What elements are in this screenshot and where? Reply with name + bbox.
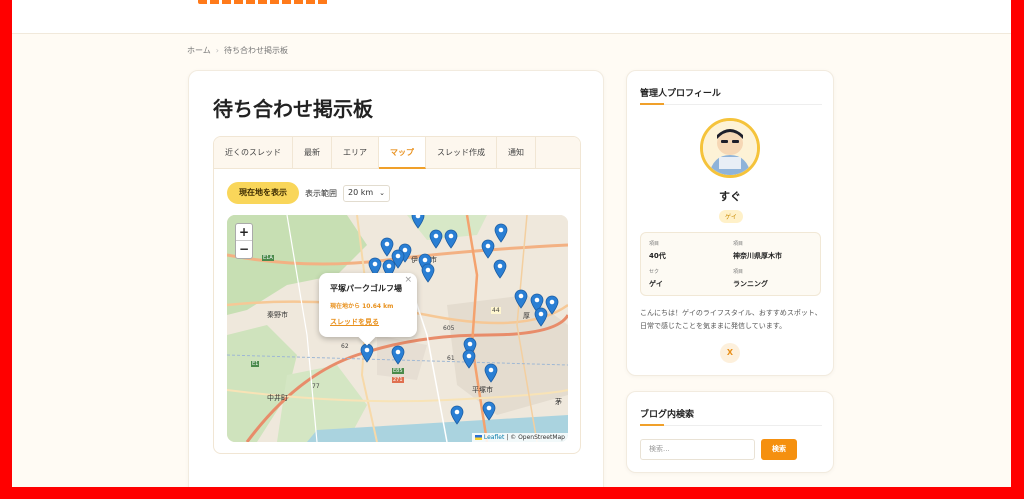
ukraine-flag-icon — [474, 435, 482, 440]
info-location: 項目 神奈川県厚木市 — [733, 240, 782, 261]
search-button[interactable]: 検索 — [761, 439, 797, 460]
info-location-value: 神奈川県厚木市 — [733, 252, 782, 260]
map-marker-icon[interactable] — [450, 405, 464, 425]
info-hobby-key: 項目 — [733, 269, 744, 275]
tab-map[interactable]: マップ — [379, 137, 426, 169]
range-label: 表示範囲 — [305, 188, 337, 198]
page-title: 待ち合わせ掲示板 — [213, 97, 373, 121]
site-header — [12, 0, 1011, 34]
breadcrumb-separator: › — [215, 46, 219, 55]
info-age-key: 項目 — [649, 241, 660, 247]
show-location-button[interactable]: 現在地を表示 — [227, 182, 299, 204]
range-select-value: 20 km — [348, 188, 374, 197]
status-badge: ゲイ — [719, 210, 743, 223]
map-marker-icon[interactable] — [411, 215, 425, 229]
map-marker-icon[interactable] — [493, 259, 507, 279]
breadcrumb-current: 待ち合わせ掲示板 — [223, 46, 288, 55]
popup-distance: 現在地から 10.64 km — [330, 303, 394, 310]
info-age: 項目 40代 — [649, 240, 666, 261]
profile-widget: 管理人プロフィール すぐ ゲイ 項目 40代 項目 神奈川県厚木市 セク ゲイ … — [626, 70, 834, 376]
map-marker-icon[interactable] — [534, 307, 548, 327]
zoom-in-button[interactable]: + — [236, 224, 252, 241]
map-controls: 現在地を表示 表示範囲 20 km ⌄ — [227, 182, 391, 204]
map-marker-icon[interactable] — [494, 223, 508, 243]
info-age-value: 40代 — [649, 252, 666, 260]
leaflet-link[interactable]: Leaflet — [484, 434, 504, 441]
map-label-nakai: 中井町 — [267, 394, 288, 402]
road-label-e1: E1 — [251, 361, 260, 367]
chevron-down-icon: ⌄ — [379, 189, 386, 197]
map-marker-icon[interactable] — [429, 229, 443, 249]
info-sexuality-key: セク — [649, 269, 660, 275]
map-label-chigasaki: 茅 — [555, 398, 562, 406]
popup-close-button[interactable]: × — [404, 275, 412, 285]
map-marker-icon[interactable] — [482, 401, 496, 421]
site-logo[interactable] — [198, 0, 328, 8]
profile-name: すぐ — [719, 190, 741, 203]
heading-divider — [640, 424, 822, 426]
road-label-61: 61 — [447, 355, 455, 362]
road-label-e85: E85 — [392, 368, 404, 374]
profile-bio: こんにちは！ゲイのライフスタイル、おすすめスポット、日常で感じたことを気ままに発… — [640, 309, 822, 330]
tab-notifications[interactable]: 通知 — [497, 137, 536, 169]
zoom-out-button[interactable]: − — [236, 241, 252, 258]
tab-nearby-threads[interactable]: 近くのスレッド — [214, 137, 293, 169]
osm-attribution: | © OpenStreetMap — [506, 434, 565, 441]
map-attribution: Leaflet | © OpenStreetMap — [471, 433, 568, 442]
road-label-e1a: E1A — [262, 255, 274, 261]
map-marker-icon[interactable] — [481, 239, 495, 259]
map-label-isehara: 伊 — [411, 256, 418, 264]
map-label-hadano: 秦野市 — [267, 311, 288, 319]
info-location-key: 項目 — [733, 241, 744, 247]
map-marker-icon[interactable] — [421, 263, 435, 283]
breadcrumb: ホーム › 待ち合わせ掲示板 — [187, 45, 288, 56]
info-hobby: 項目 ランニング — [733, 268, 768, 289]
road-label-271: 271 — [392, 377, 404, 383]
avatar — [700, 118, 760, 178]
profile-heading: 管理人プロフィール — [640, 89, 721, 99]
popup-title: 平塚パークゴルフ場 — [330, 284, 402, 293]
tab-latest[interactable]: 最新 — [293, 137, 332, 169]
road-label-77: 77 — [312, 383, 320, 390]
tab-create-thread[interactable]: スレッド作成 — [426, 137, 497, 169]
x-social-link[interactable]: X — [720, 343, 740, 363]
breadcrumb-home[interactable]: ホーム — [187, 46, 211, 55]
map-marker-icon[interactable] — [514, 289, 528, 309]
map-label-atsugi: 厚 — [523, 312, 530, 320]
info-sexuality-value: ゲイ — [649, 280, 663, 288]
road-label-605: 605 — [443, 325, 455, 332]
road-label-62: 62 — [341, 343, 349, 350]
info-sexuality: セク ゲイ — [649, 268, 663, 289]
map-marker-icon[interactable] — [484, 363, 498, 383]
search-input[interactable]: 検索... — [640, 439, 755, 460]
road-label-44: 44 — [491, 307, 501, 314]
main-content-card: 待ち合わせ掲示板 近くのスレッド 最新 エリア マップ スレッド作成 通知 現在… — [188, 70, 604, 487]
search-heading: ブログ内検索 — [640, 410, 695, 420]
map-marker-icon[interactable] — [462, 349, 476, 369]
tab-area[interactable]: エリア — [332, 137, 379, 169]
map-marker-icon[interactable] — [391, 345, 405, 365]
heading-divider — [640, 103, 822, 105]
page-frame: ホーム › 待ち合わせ掲示板 待ち合わせ掲示板 近くのスレッド 最新 エリア マップ… — [12, 0, 1011, 487]
profile-info-grid: 項目 40代 項目 神奈川県厚木市 セク ゲイ 項目 ランニング — [640, 232, 821, 296]
map-popup: × 平塚パークゴルフ場 現在地から 10.64 km スレッドを見る — [319, 273, 417, 346]
tab-bar: 近くのスレッド 最新 エリア マップ スレッド作成 通知 — [214, 137, 580, 169]
avatar-illustration — [703, 121, 757, 175]
search-widget: ブログ内検索 検索... 検索 — [626, 391, 834, 473]
map-marker-icon[interactable] — [360, 343, 374, 363]
map-label-hiratsuka: 平塚市 — [472, 386, 493, 394]
range-select[interactable]: 20 km ⌄ — [343, 184, 391, 202]
popup-view-thread-link[interactable]: スレッドを見る — [330, 317, 379, 327]
map-view[interactable]: 秦野市 中井町 平塚市 伊 市 厚 茅 605 44 62 61 E85 271… — [227, 215, 568, 442]
board-panel: 近くのスレッド 最新 エリア マップ スレッド作成 通知 現在地を表示 表示範囲… — [213, 136, 581, 454]
info-hobby-value: ランニング — [733, 280, 768, 288]
zoom-control: + − — [235, 223, 253, 259]
map-marker-icon[interactable] — [444, 229, 458, 249]
